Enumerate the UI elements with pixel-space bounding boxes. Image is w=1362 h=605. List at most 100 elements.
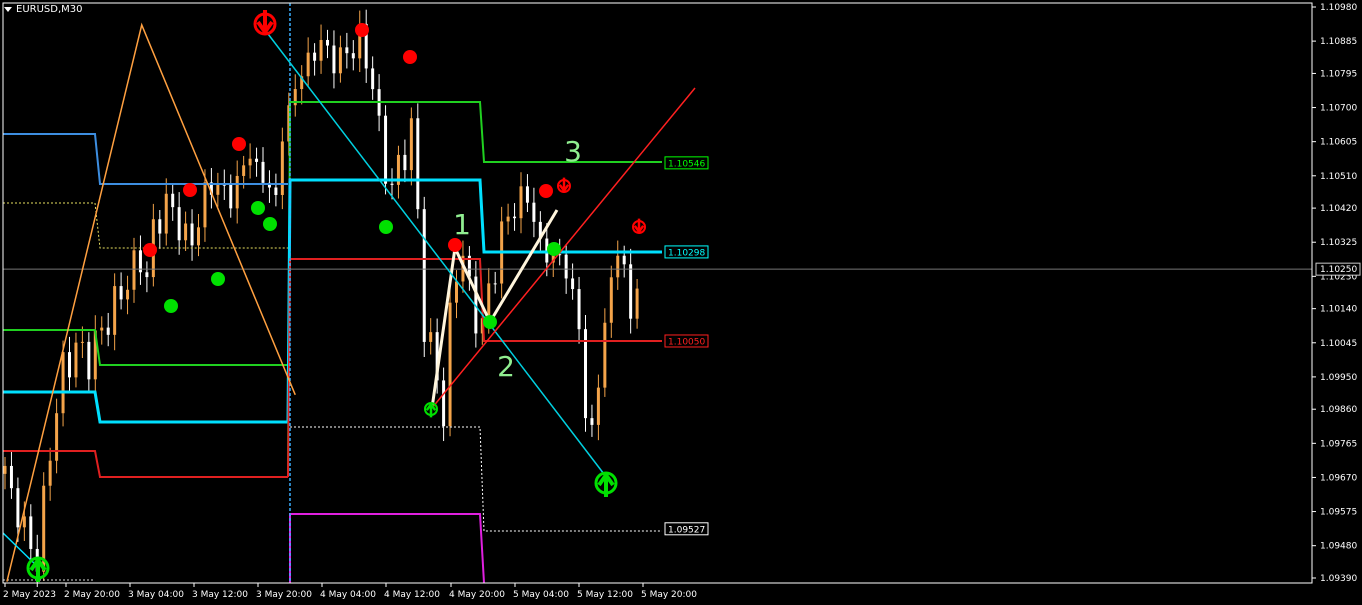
candle-body <box>164 193 168 234</box>
level-label: 1.09527 <box>668 525 705 535</box>
price-chart[interactable]: 1 2 3 1.10546 1.10298 1.10050 1.09527 1.10980 1… <box>0 0 1362 605</box>
fractal-up-dot <box>355 23 369 37</box>
y-tick-label: 1.09950 <box>1320 373 1357 383</box>
candle-body <box>177 207 181 241</box>
candle-body <box>68 352 71 378</box>
candle-body <box>119 286 123 300</box>
price-axis: 1.10980 1.10885 1.10795 1.10700 1.10605 1.105… <box>2 2 1361 584</box>
x-tick-label: 4 May 12:00 <box>384 590 440 600</box>
candle-body <box>242 165 246 176</box>
y-tick-label: 1.09575 <box>1320 508 1357 518</box>
candle-body <box>635 288 639 319</box>
candle-body <box>422 209 426 342</box>
x-tick-label: 5 May 12:00 <box>577 590 633 600</box>
fractal-down-dot <box>379 220 393 234</box>
wave-label-3: 3 <box>564 135 582 168</box>
candle-body <box>61 352 65 414</box>
candle-body <box>126 289 130 300</box>
candle-body <box>616 255 620 278</box>
wave-label-1: 1 <box>453 208 471 241</box>
fractal-down-dot <box>251 201 265 215</box>
candle-body <box>319 39 323 61</box>
candle-body <box>274 187 278 195</box>
candle-body <box>609 277 613 323</box>
y-tick-label: 1.10605 <box>1320 138 1357 148</box>
fractal-up-dot <box>539 184 553 198</box>
candle-body <box>519 186 523 219</box>
candle-body <box>216 184 220 195</box>
candle-body <box>280 141 284 195</box>
x-tick-label: 4 May 04:00 <box>320 590 376 600</box>
y-tick-label: 1.10980 <box>1320 3 1357 13</box>
candle-body <box>564 254 568 279</box>
x-tick-label: 2 May 2023 <box>3 590 56 600</box>
candle-body <box>235 175 239 209</box>
x-tick-label: 5 May 04:00 <box>513 590 569 600</box>
cyan-lower-band-1 <box>3 390 288 424</box>
fractal-down-dot <box>263 217 277 231</box>
candle-body <box>261 161 265 183</box>
y-tick-label: 1.10700 <box>1320 104 1357 114</box>
candle-body <box>409 118 413 171</box>
candle-body <box>306 52 310 77</box>
candle-body <box>248 158 252 166</box>
sell-arrow-icon <box>256 10 274 36</box>
trend-line-left <box>2 532 39 568</box>
candle-body <box>158 219 162 234</box>
fractal-down-dot <box>164 299 178 313</box>
level-label: 1.10050 <box>668 337 705 347</box>
candle-body <box>313 52 317 61</box>
x-tick-label: 3 May 12:00 <box>192 590 248 600</box>
level-label: 1.10546 <box>668 159 705 169</box>
candle-body <box>106 327 110 335</box>
candle-body <box>16 488 20 528</box>
candle-body <box>48 460 52 486</box>
candle-body <box>80 341 84 343</box>
x-tick-label: 5 May 20:00 <box>641 590 697 600</box>
magenta-band <box>289 513 485 584</box>
yellow-dotted-level <box>3 202 288 249</box>
candle-body <box>525 186 529 203</box>
candle-body <box>203 182 207 228</box>
y-tick-label: 1.10140 <box>1320 305 1357 315</box>
fractal-down-dot <box>211 272 225 286</box>
y-tick-label: 1.09670 <box>1320 473 1357 483</box>
fractal-up-dot <box>232 137 246 151</box>
fractal-down-dot <box>483 315 497 329</box>
candle-body <box>184 223 188 241</box>
candles-layer <box>3 9 639 587</box>
candle-body <box>429 332 433 342</box>
y-tick-label: 1.09860 <box>1320 405 1357 415</box>
candle-body <box>622 255 626 265</box>
level-label: 1.10298 <box>668 248 705 258</box>
candle-body <box>532 202 536 222</box>
red-lower-band-1 <box>3 450 288 478</box>
x-tick-label: 2 May 20:00 <box>64 590 120 600</box>
x-tick-label: 3 May 20:00 <box>256 590 312 600</box>
candle-body <box>197 227 200 246</box>
y-tick-label: 1.10325 <box>1320 238 1357 248</box>
fractal-down-dot <box>547 242 561 256</box>
x-tick-label: 4 May 20:00 <box>449 590 505 600</box>
candle-body <box>596 387 600 425</box>
sell-arrow-icon <box>633 218 645 234</box>
current-price-label: 1.10250 <box>1320 265 1357 275</box>
candle-body <box>326 39 329 46</box>
y-tick-label: 1.10510 <box>1320 172 1357 182</box>
candle-body <box>584 329 587 419</box>
candle-body <box>390 183 394 185</box>
plot-frame <box>2 2 1313 584</box>
green-lower-band-1 <box>3 329 288 366</box>
candle-body <box>487 283 491 319</box>
candle-body <box>603 322 607 388</box>
candle-body <box>384 115 388 184</box>
candle-body <box>190 223 194 246</box>
wave-label-2: 2 <box>497 350 515 383</box>
x-tick-label: 3 May 04:00 <box>128 590 184 600</box>
candle-body <box>571 278 575 290</box>
candle-body <box>416 118 420 210</box>
sell-arrow-icon <box>558 177 570 193</box>
candle-body <box>29 516 33 549</box>
candle-body <box>255 158 259 162</box>
candle-body <box>332 45 336 74</box>
